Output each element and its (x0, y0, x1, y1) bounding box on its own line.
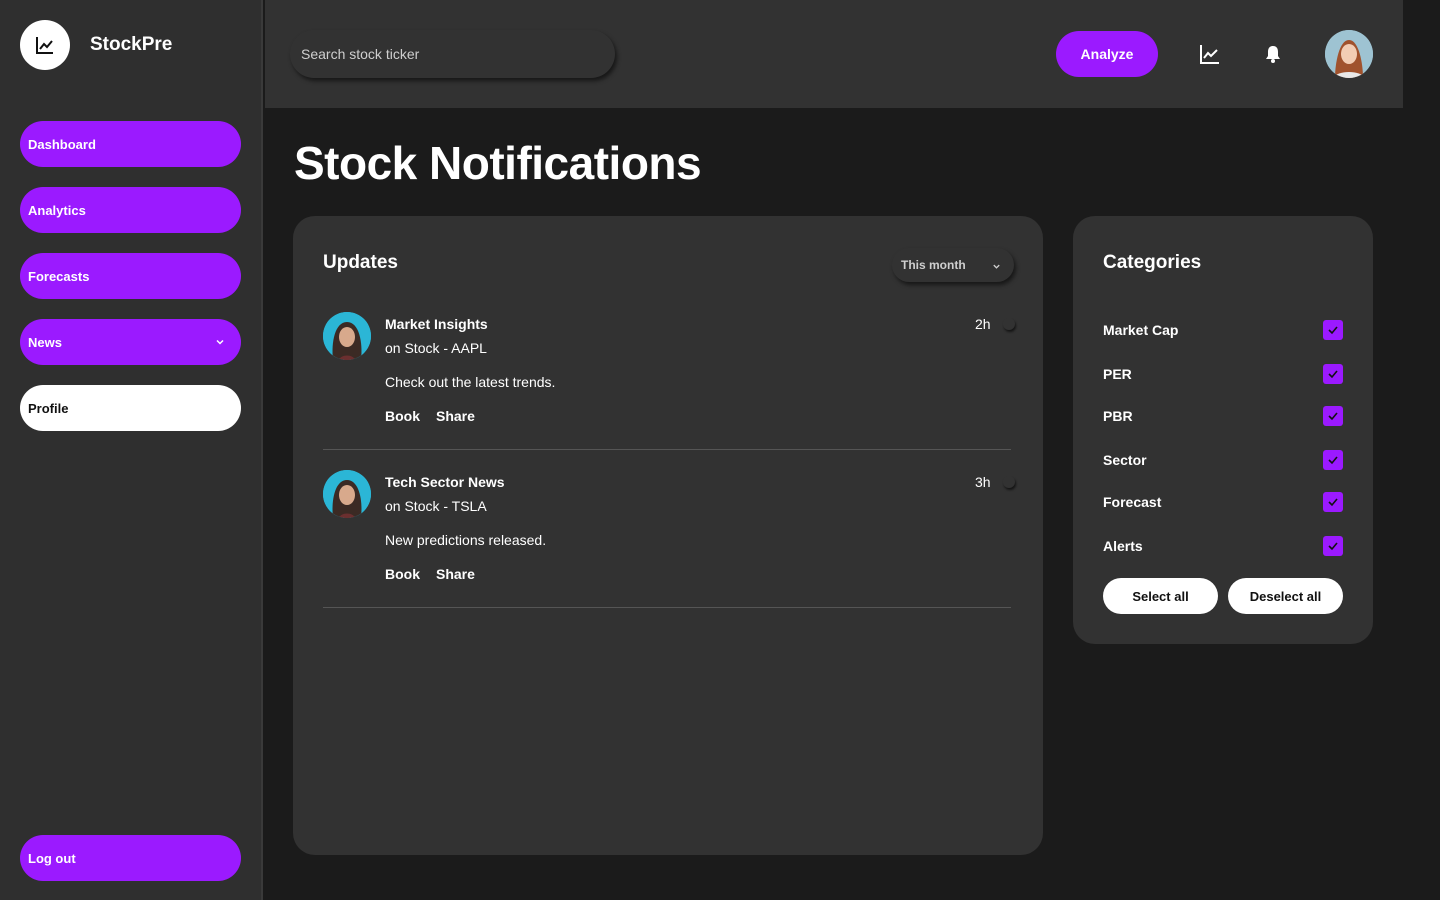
checkbox[interactable] (1323, 406, 1343, 426)
sidebar-item-label: Forecasts (28, 268, 90, 284)
check-icon (1328, 498, 1338, 507)
checkbox[interactable] (1323, 536, 1343, 556)
check-icon (1328, 542, 1338, 551)
deselect-all-button[interactable]: Deselect all (1228, 578, 1343, 614)
check-icon (1328, 456, 1338, 465)
sidebar-item-label: News (28, 334, 62, 350)
category-market-cap: Market Cap (1103, 319, 1343, 341)
sidebar: StockPre Dashboard Analytics Forecasts N… (0, 0, 263, 900)
sidebar-item-profile[interactable]: Profile (20, 385, 241, 431)
checkbox[interactable] (1323, 320, 1343, 340)
logout-button[interactable]: Log out (20, 835, 241, 881)
avatar (323, 470, 371, 518)
category-label: PER (1103, 366, 1132, 382)
period-filter-value: This month (901, 258, 966, 272)
search-input[interactable] (290, 30, 615, 78)
update-title: Tech Sector News (385, 474, 505, 490)
unread-indicator[interactable] (1003, 318, 1015, 330)
logout-label: Log out (28, 850, 76, 866)
sidebar-item-dashboard[interactable]: Dashboard (20, 121, 241, 167)
share-link[interactable]: Share (436, 408, 475, 424)
category-label: Market Cap (1103, 322, 1179, 338)
category-label: Alerts (1103, 538, 1143, 554)
unread-indicator[interactable] (1003, 476, 1015, 488)
update-subtitle: on Stock - TSLA (385, 498, 487, 514)
category-forecast: Forecast (1103, 491, 1343, 513)
category-alerts: Alerts (1103, 535, 1343, 557)
book-link[interactable]: Book (385, 408, 420, 424)
updates-panel: Updates This month Market Insights on St… (293, 216, 1043, 855)
select-all-button[interactable]: Select all (1103, 578, 1218, 614)
share-link[interactable]: Share (436, 566, 475, 582)
period-filter-dropdown[interactable]: This month (892, 248, 1014, 282)
update-item: Tech Sector News on Stock - TSLA New pre… (323, 470, 1011, 608)
update-title: Market Insights (385, 316, 488, 332)
update-body: Check out the latest trends. (385, 374, 556, 390)
categories-title: Categories (1103, 252, 1202, 273)
page-title: Stock Notifications (294, 137, 702, 189)
category-label: Forecast (1103, 494, 1162, 510)
category-label: Sector (1103, 452, 1147, 468)
categories-panel: Categories Market Cap PER PBR Sector For… (1073, 216, 1373, 644)
checkbox[interactable] (1323, 450, 1343, 470)
update-subtitle: on Stock - AAPL (385, 340, 487, 356)
check-icon (1328, 326, 1338, 335)
sidebar-item-analytics[interactable]: Analytics (20, 187, 241, 233)
chevron-down-icon (215, 335, 225, 350)
category-pbr: PBR (1103, 405, 1343, 427)
sidebar-item-news[interactable]: News (20, 319, 241, 365)
checkbox[interactable] (1323, 492, 1343, 512)
bell-icon[interactable] (1262, 43, 1284, 65)
checkbox[interactable] (1323, 364, 1343, 384)
sidebar-item-label: Analytics (28, 202, 86, 218)
avatar[interactable] (1325, 30, 1373, 78)
sidebar-item-label: Profile (28, 400, 69, 416)
sidebar-item-forecasts[interactable]: Forecasts (20, 253, 241, 299)
category-per: PER (1103, 363, 1343, 385)
category-label: PBR (1103, 408, 1133, 424)
topbar: Analyze (265, 0, 1403, 108)
brand[interactable]: StockPre (20, 20, 172, 70)
update-time: 3h (975, 474, 991, 490)
sidebar-item-label: Dashboard (28, 136, 96, 152)
check-icon (1328, 412, 1338, 421)
update-time: 2h (975, 316, 991, 332)
updates-title: Updates (323, 252, 398, 273)
avatar (323, 312, 371, 360)
category-sector: Sector (1103, 449, 1343, 471)
analyze-button[interactable]: Analyze (1056, 31, 1158, 77)
update-body: New predictions released. (385, 532, 547, 548)
brand-name: StockPre (90, 34, 173, 55)
chart-icon[interactable] (1199, 43, 1221, 65)
chart-line-icon (20, 20, 70, 70)
chevron-down-icon (992, 260, 1001, 274)
update-item: Market Insights on Stock - AAPL Check ou… (323, 312, 1011, 450)
book-link[interactable]: Book (385, 566, 420, 582)
check-icon (1328, 370, 1338, 379)
